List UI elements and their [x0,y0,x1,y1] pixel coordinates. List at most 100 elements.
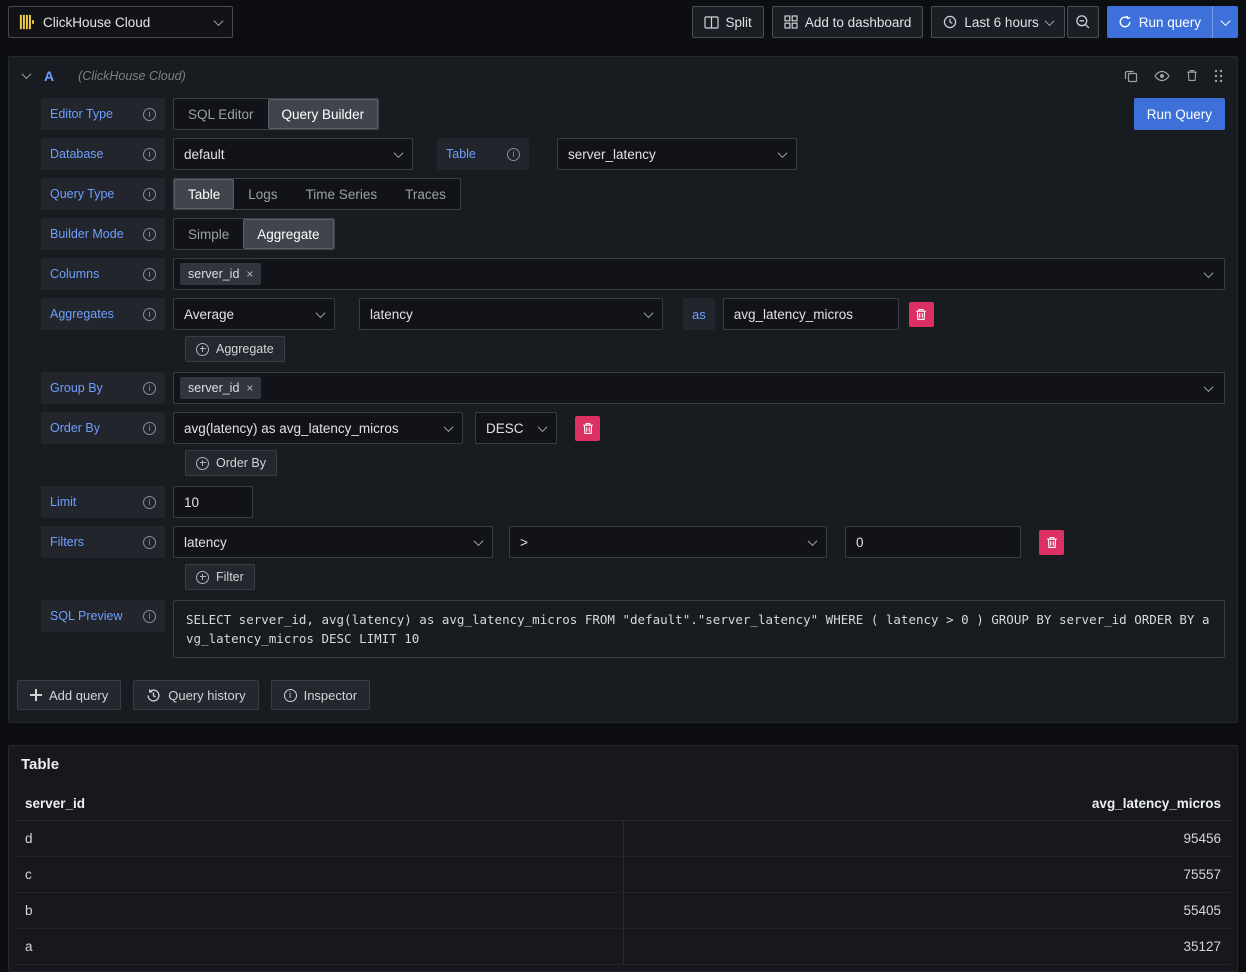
split-button[interactable]: Split [692,6,764,38]
info-icon[interactable] [143,108,156,121]
table-row: b 55405 [15,893,1231,929]
query-editor-panel: A (ClickHouse Cloud) Editor Type SQL Edi… [8,56,1238,723]
column-header-avg-latency-micros[interactable]: avg_latency_micros [623,787,1231,820]
order-by-label: Order By [41,412,165,444]
aggregates-label: Aggregates [41,298,165,330]
chevron-down-icon [808,536,818,546]
selected-column-tag[interactable]: server_id × [180,263,261,285]
tag-label: server_id [188,381,239,395]
collapse-chevron-icon[interactable] [22,69,32,79]
run-query-dropdown[interactable] [1212,6,1238,38]
info-icon[interactable] [143,422,156,435]
datasource-picker[interactable]: ClickHouse Cloud [8,6,233,38]
field-label: Limit [50,495,76,509]
chevron-down-icon [1204,382,1214,392]
remove-query-button[interactable] [1186,69,1198,82]
aggregate-function-select[interactable]: Average [173,298,335,330]
aggregate-column-select[interactable]: latency [359,298,663,330]
builder-mode-simple-option[interactable]: Simple [174,219,243,249]
table-row: a 35127 [15,929,1231,965]
order-by-select[interactable]: avg(latency) as avg_latency_micros [173,412,463,444]
chevron-down-icon [778,148,788,158]
sql-editor-option[interactable]: SQL Editor [174,99,268,129]
chevron-down-icon [1221,16,1231,26]
info-icon[interactable] [507,148,520,161]
limit-row: Limit [41,486,1225,518]
info-icon[interactable] [143,610,156,623]
hide-response-button[interactable] [1154,70,1170,82]
field-label: Table [446,147,476,161]
drag-query-handle[interactable] [1214,69,1223,83]
filter-column-select[interactable]: latency [173,526,493,558]
aggregate-alias-input[interactable] [723,298,899,330]
remove-order-by-button[interactable] [575,416,600,441]
button-label: Filter [216,570,244,584]
tag-label: server_id [188,267,239,281]
field-label: Database [50,147,104,161]
query-history-button[interactable]: Query history [133,680,258,710]
info-icon[interactable] [143,188,156,201]
columns-label: Columns [41,258,165,290]
inspector-button[interactable]: Inspector [271,680,370,710]
table-select[interactable]: server_latency [557,138,797,170]
group-by-row: Group By server_id × [41,372,1225,404]
datasource-name: ClickHouse Cloud [43,15,150,30]
time-range-label: Last 6 hours [964,15,1038,30]
sql-preview-label: SQL Preview [41,600,165,632]
info-icon [284,689,297,702]
info-icon[interactable] [143,308,156,321]
field-label: Group By [50,381,103,395]
info-icon[interactable] [143,382,156,395]
column-header-server-id[interactable]: server_id [15,787,623,820]
filters-row: Filters latency > [41,526,1225,558]
time-range-picker[interactable]: Last 6 hours [931,6,1064,38]
run-query-button[interactable]: Run query [1107,6,1212,38]
query-type-timeseries-option[interactable]: Time Series [292,179,392,209]
explore-toolbar: ClickHouse Cloud Split Add to dashboard … [0,0,1246,44]
add-aggregate-row: Aggregate [185,336,1225,362]
sql-preview-text: SELECT server_id, avg(latency) as avg_la… [173,600,1225,658]
table-row: c 75557 [15,857,1231,893]
add-to-dashboard-button[interactable]: Add to dashboard [772,6,924,38]
run-query-panel-button[interactable]: Run Query [1134,98,1225,130]
selected-table: server_latency [568,147,656,162]
remove-aggregate-button[interactable] [909,302,934,327]
info-icon[interactable] [143,536,156,549]
duplicate-query-button[interactable] [1124,69,1138,83]
button-label: Query history [168,688,245,703]
chevron-down-icon [474,536,484,546]
add-order-by-button[interactable]: Order By [185,450,277,476]
builder-mode-aggregate-option[interactable]: Aggregate [243,219,333,249]
add-aggregate-button[interactable]: Aggregate [185,336,285,362]
info-icon[interactable] [143,268,156,281]
zoom-out-button[interactable] [1067,6,1099,38]
remove-tag-icon[interactable]: × [246,268,253,280]
builder-mode-toggle: Simple Aggregate [173,218,335,250]
query-type-traces-option[interactable]: Traces [391,179,460,209]
info-icon[interactable] [143,228,156,241]
order-direction-select[interactable]: DESC [475,412,557,444]
query-type-logs-option[interactable]: Logs [234,179,291,209]
cell-server-id: b [15,893,623,928]
filter-operator-select[interactable]: > [509,526,827,558]
selected-group-by-tag[interactable]: server_id × [180,377,261,399]
add-filter-button[interactable]: Filter [185,564,255,590]
query-type-table-option[interactable]: Table [174,179,234,209]
plus-icon [30,689,42,701]
filter-value-input[interactable] [845,526,1021,558]
limit-input[interactable] [173,486,253,518]
add-order-by-row: Order By [185,450,1225,476]
eye-icon [1154,70,1170,82]
database-select[interactable]: default [173,138,413,170]
remove-filter-button[interactable] [1039,530,1064,555]
cell-avg-latency-micros: 35127 [623,929,1231,964]
add-query-button[interactable]: Add query [17,680,121,710]
info-icon[interactable] [143,148,156,161]
editor-type-label: Editor Type [41,98,165,130]
query-builder-option[interactable]: Query Builder [268,99,379,129]
group-by-multiselect[interactable]: server_id × [173,372,1225,404]
info-icon[interactable] [143,496,156,509]
columns-multiselect[interactable]: server_id × [173,258,1225,290]
cell-avg-latency-micros: 95456 [623,821,1231,856]
remove-tag-icon[interactable]: × [246,382,253,394]
